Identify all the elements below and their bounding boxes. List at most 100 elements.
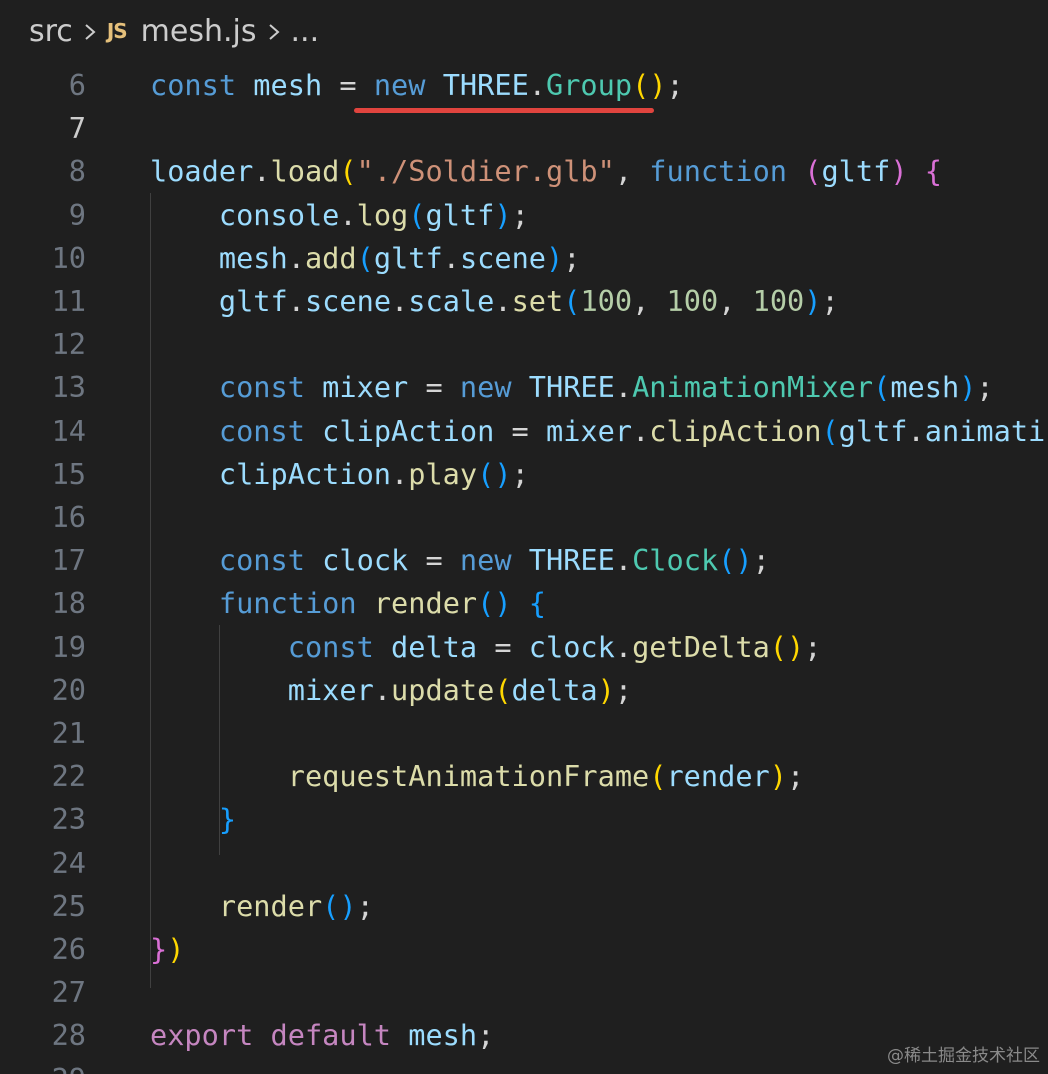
- code-token: function: [649, 154, 788, 189]
- code-token: (: [339, 154, 357, 189]
- code-token: }: [150, 932, 168, 966]
- line-number: 17: [51, 543, 86, 578]
- code-token: loader: [150, 154, 254, 189]
- line-number: 25: [51, 888, 86, 923]
- code-line[interactable]: 25 render();: [0, 885, 1048, 928]
- code-line[interactable]: 26}): [0, 928, 1048, 971]
- breadcrumb-folder[interactable]: src: [29, 14, 73, 49]
- code-token: ;: [752, 543, 770, 578]
- line-number: 26: [51, 932, 86, 966]
- breadcrumb-symbols[interactable]: ...: [291, 14, 320, 49]
- code-token: ): [167, 932, 185, 966]
- code-line[interactable]: 12: [0, 323, 1048, 366]
- code-line[interactable]: 24: [0, 842, 1048, 885]
- code-token: AnimationMixer: [632, 370, 874, 405]
- code-token: render: [218, 888, 323, 923]
- code-line[interactable]: 9 console.log(gltf);: [0, 194, 1048, 237]
- line-number: 7: [68, 111, 86, 146]
- code-token: export: [150, 1018, 254, 1053]
- code-line[interactable]: 7: [0, 107, 1048, 151]
- line-number: 29: [0, 1058, 86, 1074]
- code-line[interactable]: 19 const delta = clock.getDelta();: [0, 626, 1048, 669]
- code-text: requestAnimationFrame(render);: [150, 755, 804, 798]
- code-text: const mesh = new THREE.Group();: [150, 64, 684, 107]
- code-token: animati: [924, 413, 1046, 448]
- code-token: (: [804, 154, 822, 189]
- code-token: clock: [322, 543, 409, 578]
- code-token: mesh: [218, 240, 288, 275]
- code-token: ): [494, 197, 512, 232]
- breadcrumb-file[interactable]: mesh.js: [141, 14, 257, 49]
- code-text: render();: [150, 885, 374, 928]
- code-text: loader.load("./Soldier.glb", function (g…: [150, 150, 942, 193]
- code-token: ): [494, 586, 512, 621]
- code-token: ;: [614, 672, 633, 707]
- code-token: (: [563, 284, 581, 318]
- code-token: .: [287, 240, 305, 275]
- code-text: gltf.scene.scale.set(100, 100, 100);: [150, 280, 839, 323]
- code-token: (: [821, 413, 839, 448]
- code-line[interactable]: 16: [0, 496, 1048, 539]
- code-line[interactable]: 15 clipAction.play();: [0, 453, 1048, 496]
- code-text: console.log(gltf);: [150, 194, 529, 237]
- code-token: ): [649, 68, 667, 102]
- code-text: const mixer = new THREE.AnimationMixer(m…: [150, 366, 994, 409]
- code-token: .: [373, 672, 392, 707]
- code-token: update: [391, 672, 495, 707]
- code-token: {: [528, 586, 546, 621]
- code-text: }: [150, 798, 236, 841]
- code-line[interactable]: 14 const clipAction = mixer.clipAction(g…: [0, 410, 1048, 453]
- code-token: ;: [563, 240, 581, 275]
- code-token: gltf: [373, 240, 443, 275]
- code-token: .: [614, 543, 633, 578]
- line-number: 24: [51, 845, 86, 880]
- code-line[interactable]: 20 mixer.update(delta);: [0, 669, 1048, 712]
- code-token: const: [287, 629, 374, 664]
- code-token: new: [459, 370, 512, 405]
- code-token: (: [477, 456, 495, 491]
- code-line[interactable]: 8 loader.load("./Soldier.glb", function (…: [0, 150, 1048, 193]
- code-token: ;: [804, 629, 822, 664]
- line-number: 21: [51, 716, 86, 750]
- code-token: 100: [752, 284, 805, 318]
- code-token: .: [287, 284, 305, 318]
- code-token: ,: [718, 284, 753, 318]
- line-number: 10: [51, 240, 86, 275]
- line-number: 11: [51, 284, 86, 318]
- code-token: default: [270, 1018, 392, 1053]
- code-line[interactable]: 17 const clock = new THREE.Clock();: [0, 539, 1048, 582]
- code-token: scale: [408, 284, 495, 318]
- code-line[interactable]: 10 mesh.add(gltf.scene);: [0, 237, 1048, 280]
- code-line[interactable]: 22 requestAnimationFrame(render);: [0, 755, 1048, 798]
- code-token: log: [356, 197, 409, 232]
- code-token: (: [494, 672, 512, 707]
- code-line[interactable]: 21: [0, 712, 1048, 755]
- code-line[interactable]: 27: [0, 971, 1048, 1014]
- code-token: scene: [304, 284, 392, 318]
- code-token: mixer: [545, 413, 633, 448]
- code-text: const clipAction = mixer.clipAction(gltf…: [150, 410, 1045, 453]
- code-line[interactable]: 18 function render() {: [0, 582, 1048, 625]
- code-token: mesh: [253, 68, 323, 102]
- code-text: export default mesh;: [150, 1014, 494, 1057]
- code-line[interactable]: 11 gltf.scene.scale.set(100, 100, 100);: [0, 280, 1048, 323]
- code-line[interactable]: 23 }: [0, 798, 1048, 841]
- code-token: =: [322, 68, 374, 102]
- code-token: (: [356, 240, 374, 275]
- code-token: ;: [786, 759, 805, 794]
- code-token: clipAction: [322, 413, 495, 448]
- code-line[interactable]: 6 const mesh = new THREE.Group();: [0, 64, 1048, 107]
- editor-text-area[interactable]: 6 const mesh = new THREE.Group(); 7 8 loader…: [0, 63, 1048, 1074]
- code-token: (: [477, 586, 495, 621]
- code-line[interactable]: 13 const mixer = new THREE.AnimationMixe…: [0, 366, 1048, 409]
- code-token: .: [632, 413, 650, 448]
- code-token: new: [459, 543, 512, 578]
- line-number: 18: [51, 586, 86, 621]
